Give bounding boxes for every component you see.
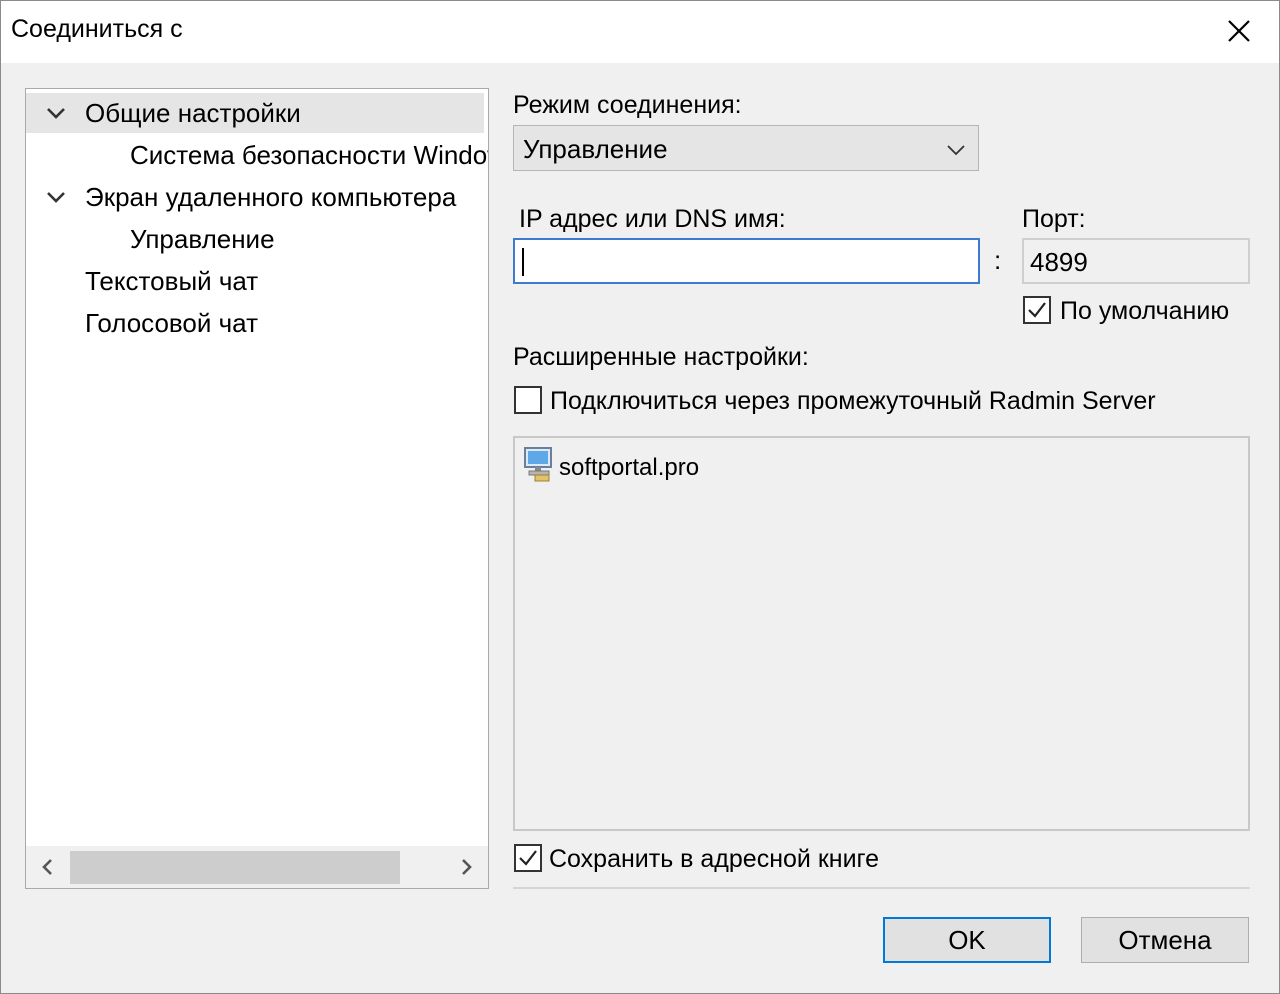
default-port-label[interactable]: По умолчанию	[1060, 297, 1229, 326]
mode-label: Режим соединения:	[513, 91, 742, 119]
chevron-down-icon	[947, 145, 965, 156]
connect-dialog: Соединиться с Общие настройки Система бе…	[0, 0, 1280, 994]
close-button[interactable]	[1219, 11, 1259, 51]
via-server-label[interactable]: Подключиться через промежуточный Radmin …	[550, 387, 1156, 416]
text-caret	[522, 248, 524, 276]
settings-tree[interactable]: Общие настройки Система безопасности Win…	[25, 88, 489, 889]
port-value: 4899	[1030, 247, 1088, 277]
cancel-button[interactable]: Отмена	[1081, 917, 1249, 963]
mode-value: Управление	[523, 134, 668, 164]
address-label: IP адрес или DNS имя:	[519, 205, 786, 233]
scroll-right-icon[interactable]	[454, 855, 478, 879]
tree-item-control[interactable]: Управление	[26, 219, 488, 259]
tree-item-general-settings[interactable]: Общие настройки	[26, 93, 484, 133]
tree-item-label: Экран удаленного компьютера	[85, 182, 457, 212]
advanced-label: Расширенные настройки:	[513, 343, 809, 371]
scrollbar-thumb[interactable]	[70, 851, 400, 884]
checkmark-icon	[1028, 302, 1046, 318]
chevron-down-icon[interactable]	[44, 185, 68, 209]
tree-item-remote-screen[interactable]: Экран удаленного компьютера	[26, 177, 488, 217]
default-port-checkbox[interactable]	[1023, 296, 1051, 324]
divider	[513, 887, 1250, 889]
tree-item-text-chat[interactable]: Текстовый чат	[26, 261, 488, 301]
via-server-checkbox[interactable]	[514, 386, 542, 414]
tree-item-voice-chat[interactable]: Голосовой чат	[26, 303, 488, 343]
port-label: Порт:	[1022, 205, 1086, 233]
horizontal-scrollbar[interactable]	[26, 846, 488, 888]
server-list[interactable]: softportal.pro	[513, 436, 1250, 831]
port-input[interactable]: 4899	[1022, 238, 1250, 284]
tree-item-label: Система безопасности Windows	[130, 140, 489, 170]
mode-select[interactable]: Управление	[513, 125, 979, 171]
scroll-left-icon[interactable]	[36, 855, 60, 879]
save-address-label[interactable]: Сохранить в адресной книге	[549, 845, 879, 874]
server-name: softportal.pro	[559, 454, 700, 481]
tree-item-windows-security[interactable]: Система безопасности Windows	[26, 135, 488, 175]
address-input[interactable]	[513, 238, 980, 284]
chevron-down-icon[interactable]	[44, 101, 68, 125]
tree-item-label: Голосовой чат	[85, 308, 258, 338]
tree-item-label: Общие настройки	[85, 98, 301, 128]
tree-item-label: Текстовый чат	[85, 266, 259, 296]
computer-icon	[524, 447, 552, 482]
close-icon	[1228, 20, 1250, 42]
tree-item-label: Управление	[130, 224, 275, 254]
window-title: Соединиться с	[11, 15, 183, 43]
save-address-checkbox[interactable]	[514, 844, 542, 872]
ok-button[interactable]: OK	[883, 917, 1051, 963]
port-separator: :	[994, 245, 1002, 275]
checkmark-icon	[519, 850, 537, 866]
title-bar: Соединиться с	[1, 1, 1279, 63]
